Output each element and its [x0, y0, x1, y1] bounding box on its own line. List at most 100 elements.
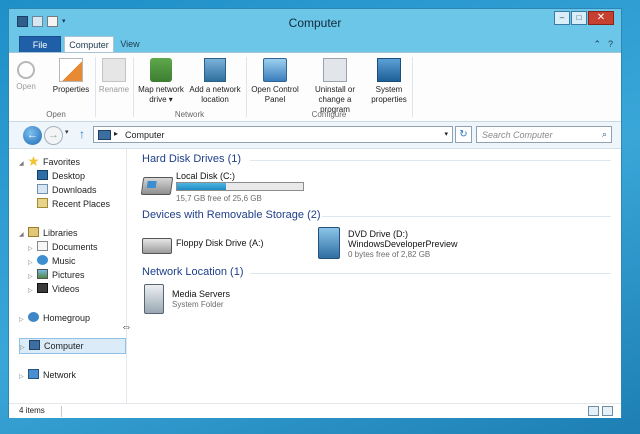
address-bar-row: ← → ▾ ↑ ▸ Computer ▾ ↻ ⌕: [9, 122, 621, 148]
collapse-arrow-icon[interactable]: ▷: [19, 370, 28, 384]
computer-icon: [29, 340, 40, 350]
videos-icon: [37, 283, 48, 293]
open-control-panel-button[interactable]: Open Control Panel: [249, 58, 301, 105]
ribbon-tabs: File Computer View ⌃ ?: [9, 35, 621, 53]
minimize-button[interactable]: ‒: [554, 11, 570, 25]
recent-locations-dropdown[interactable]: ▾: [65, 128, 69, 136]
breadcrumb-computer[interactable]: Computer: [125, 130, 165, 140]
drive-local-disk-c[interactable]: Local Disk (C:) 15,7 GB free of 25,6 GB: [140, 169, 312, 205]
window-controls: ‒ □ ✕: [554, 11, 614, 25]
group-separator: [95, 57, 96, 117]
group-separator: [133, 57, 134, 117]
minimize-ribbon-icon[interactable]: ⌃: [593, 39, 601, 50]
control-panel-icon: [263, 58, 287, 82]
desktop-icon: [37, 170, 48, 180]
address-dropdown-icon[interactable]: ▾: [444, 130, 448, 138]
nav-documents[interactable]: ▷ Documents: [28, 240, 98, 254]
group-header-removable-storage[interactable]: Devices with Removable Storage (2): [142, 209, 321, 221]
system-properties-button[interactable]: System properties: [369, 58, 409, 105]
libraries-icon: [28, 227, 39, 237]
disk-usage-fill: [177, 183, 226, 190]
nav-computer[interactable]: ▷ Computer: [19, 338, 126, 354]
expand-arrow-icon[interactable]: ◢: [19, 157, 28, 171]
search-icon[interactable]: ⌕: [602, 129, 607, 140]
map-network-drive-icon: [150, 58, 172, 82]
file-list: Hard Disk Drives (1) Local Disk (C:) 15,…: [128, 149, 621, 403]
properties-button[interactable]: Properties: [51, 58, 91, 95]
rename-button[interactable]: Rename: [97, 58, 131, 95]
nav-homegroup[interactable]: ▷ Homegroup: [19, 311, 90, 325]
music-icon: [37, 255, 48, 265]
back-button[interactable]: ←: [23, 126, 42, 145]
computer-icon: [98, 130, 111, 140]
open-button[interactable]: Open: [15, 58, 37, 92]
nav-recent-places[interactable]: Recent Places: [37, 197, 110, 211]
drive-floppy-a[interactable]: Floppy Disk Drive (A:): [142, 229, 292, 257]
drive-volume-label: WindowsDeveloperPreview: [348, 239, 458, 249]
network-icon: [28, 369, 39, 379]
rename-icon: [102, 58, 126, 82]
title-bar: ▾ Computer ‒ □ ✕: [9, 9, 621, 35]
tab-computer[interactable]: Computer: [64, 36, 114, 53]
add-network-location-button[interactable]: Add a network location: [187, 58, 243, 105]
system-properties-icon: [377, 58, 401, 82]
add-network-location-icon: [204, 58, 226, 82]
details-view-icon[interactable]: [588, 406, 599, 416]
group-header-hard-disk-drives[interactable]: Hard Disk Drives (1): [142, 153, 241, 165]
disk-usage-bar: [176, 182, 304, 191]
drive-name: Local Disk (C:): [176, 171, 236, 181]
drive-dvd-d[interactable]: DVD Drive (D:) WindowsDeveloperPreview 0…: [318, 227, 478, 263]
drive-name: DVD Drive (D:): [348, 229, 408, 239]
item-name: Media Servers: [172, 289, 231, 299]
group-divider: [250, 273, 611, 274]
nav-libraries[interactable]: ◢ Libraries: [19, 226, 78, 240]
star-icon: [28, 156, 39, 166]
nav-desktop[interactable]: Desktop: [37, 169, 85, 183]
dvd-drive-icon: [318, 227, 340, 259]
nav-pictures[interactable]: ▷ Pictures: [28, 268, 85, 282]
group-divider: [322, 216, 611, 217]
maximize-button[interactable]: □: [571, 11, 587, 25]
help-icon[interactable]: ?: [608, 39, 613, 50]
nav-music[interactable]: ▷ Music: [28, 254, 76, 268]
address-box[interactable]: ▸ Computer ▾: [93, 126, 453, 143]
map-network-drive-button[interactable]: Map network drive ▾: [136, 58, 186, 105]
status-divider: [61, 406, 62, 417]
properties-icon: [59, 58, 83, 82]
refresh-button[interactable]: ↻: [455, 126, 472, 143]
homegroup-icon: [28, 312, 39, 322]
drive-free-space: 15,7 GB free of 25,6 GB: [176, 194, 262, 203]
network-media-servers[interactable]: Media Servers System Folder: [144, 284, 264, 316]
collapse-arrow-icon[interactable]: ▷: [28, 284, 37, 298]
documents-icon: [37, 241, 48, 251]
navigation-pane: ◢ Favorites Desktop Downloads Recent Plac…: [9, 149, 127, 403]
expand-arrow-icon[interactable]: ◢: [19, 228, 28, 242]
group-divider: [250, 160, 611, 161]
hard-disk-icon: [140, 177, 174, 195]
ribbon: Open Properties Open Rename Map network …: [9, 52, 621, 122]
up-button[interactable]: ↑: [79, 127, 85, 141]
drive-free-space: 0 bytes free of 2,82 GB: [348, 250, 431, 259]
nav-downloads[interactable]: Downloads: [37, 183, 97, 197]
item-type: System Folder: [172, 300, 224, 309]
forward-button[interactable]: →: [44, 126, 63, 145]
close-button[interactable]: ✕: [588, 11, 614, 25]
uninstall-program-button[interactable]: Uninstall or change a program: [303, 58, 367, 115]
explorer-window: ▾ Computer ‒ □ ✕ File Computer View ⌃ ? …: [8, 8, 622, 418]
content-area: ◢ Favorites Desktop Downloads Recent Plac…: [9, 148, 621, 403]
drive-name: Floppy Disk Drive (A:): [176, 238, 264, 248]
nav-network[interactable]: ▷ Network: [19, 368, 76, 382]
nav-videos[interactable]: ▷ Videos: [28, 282, 79, 296]
group-header-network-location[interactable]: Network Location (1): [142, 266, 244, 278]
uninstall-icon: [323, 58, 347, 82]
collapse-arrow-icon[interactable]: ▷: [20, 341, 29, 355]
nav-favorites[interactable]: ◢ Favorites: [19, 155, 80, 169]
search-input[interactable]: [482, 128, 592, 141]
downloads-icon: [37, 184, 48, 194]
item-count: 4 items: [19, 406, 45, 415]
breadcrumb-chevron-icon[interactable]: ▸: [114, 129, 118, 138]
tab-file[interactable]: File: [19, 36, 61, 53]
tab-view[interactable]: View: [119, 36, 141, 53]
collapse-arrow-icon[interactable]: ▷: [19, 313, 28, 327]
large-icons-view-icon[interactable]: [602, 406, 613, 416]
